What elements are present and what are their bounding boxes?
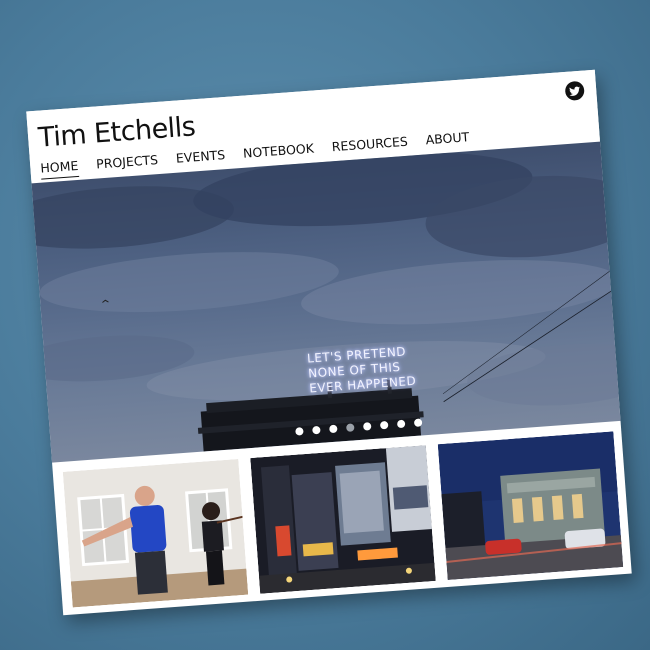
nav-item-home[interactable]: HOME: [39, 157, 80, 180]
nav-item-projects[interactable]: PROJECTS: [96, 152, 159, 175]
nav-item-about[interactable]: ABOUT: [425, 129, 470, 151]
nav-item-notebook[interactable]: NOTEBOOK: [243, 141, 315, 165]
nav-item-resources[interactable]: RESOURCES: [331, 134, 408, 159]
site-title[interactable]: Tim Etchells: [37, 111, 196, 153]
thumbnail-image: [437, 431, 624, 580]
slide-dot[interactable]: [379, 420, 389, 430]
nav-item-events[interactable]: EVENTS: [175, 147, 226, 170]
thumbnail-billboards[interactable]: [250, 445, 436, 594]
slide-dot[interactable]: [329, 424, 338, 434]
hero-slideshow[interactable]: LET'S PRETEND NONE OF THIS EVER HAPPENED: [31, 141, 621, 463]
slide-dot[interactable]: [413, 418, 423, 427]
thumbnail-image: [250, 445, 436, 594]
slide-dot-active[interactable]: [346, 423, 355, 432]
thumbnail-performance[interactable]: [62, 458, 249, 608]
thumbnail-theatre-square[interactable]: [437, 431, 624, 580]
slide-dot[interactable]: [312, 425, 321, 435]
hero-image: [31, 152, 621, 452]
featured-thumbnails: [62, 431, 624, 608]
thumbnail-image: [62, 458, 249, 608]
twitter-icon[interactable]: [564, 80, 585, 101]
website-screenshot: Tim Etchells HOME PROJECTS EVENTS NOTEBO…: [26, 69, 632, 616]
slide-dot[interactable]: [396, 419, 406, 429]
twitter-bird-glyph: [569, 86, 580, 96]
neon-sign: LET'S PRETEND NONE OF THIS EVER HAPPENED: [307, 342, 440, 396]
slide-dot[interactable]: [295, 427, 304, 436]
slide-dot[interactable]: [362, 422, 372, 431]
